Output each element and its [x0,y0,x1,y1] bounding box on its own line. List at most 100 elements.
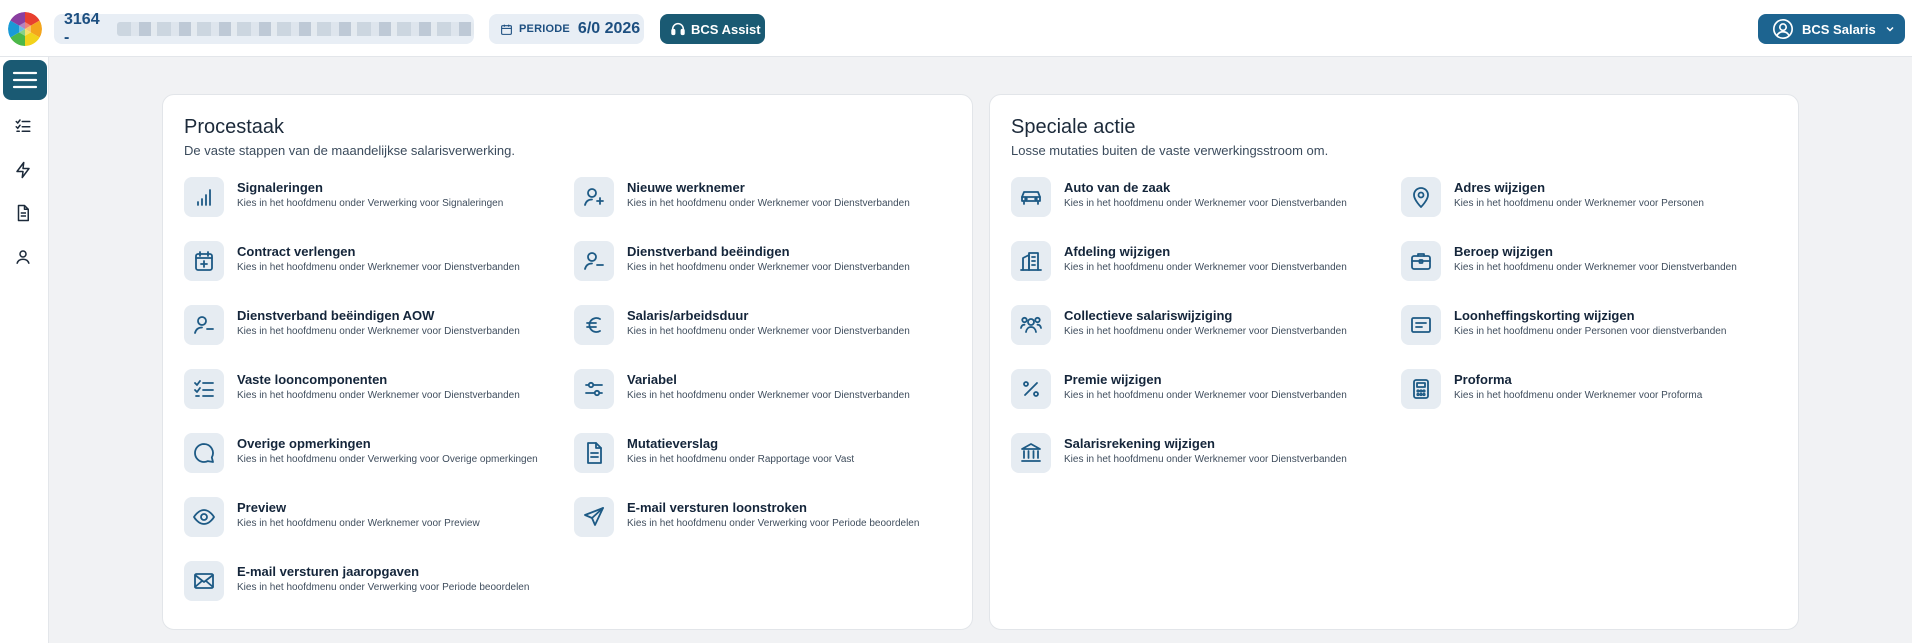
action-description: Kies in het hoofdmenu onder Werknemer vo… [237,390,520,401]
user-menu-label: BCS Salaris [1802,21,1876,37]
action-beroep-wijzigen[interactable]: Beroep wijzigen Kies in het hoofdmenu ond… [1401,241,1791,305]
top-bar: 3164 - PERIODE 6/0 2026 BCS Assist BCS S… [0,0,1912,57]
action-description: Kies in het hoofdmenu onder Werknemer vo… [1064,326,1347,337]
action-description: Kies in het hoofdmenu onder Werknemer vo… [1064,390,1347,401]
action-title: E-mail versturen loonstroken [627,500,807,515]
receipt-icon [1401,305,1441,345]
envelope-icon [184,561,224,601]
client-number: 3164 - [64,11,100,46]
paper-plane-icon [574,497,614,537]
action-title: Proforma [1454,372,1512,387]
action-e-mail-versturen-jaaropgaven[interactable]: E-mail versturen jaaropgaven Kies in het … [184,561,574,625]
action-salaris-arbeidsduur[interactable]: Salaris/arbeidsduur Kies in het hoofdmenu… [574,305,964,369]
action-description: Kies in het hoofdmenu onder Werknemer vo… [1064,454,1347,465]
sidebar-item-tasks[interactable] [13,116,33,136]
action-dienstverband-beeindigen[interactable]: Dienstverband beëindigen Kies in het hoof… [574,241,964,305]
action-title: Mutatieverslag [627,436,719,451]
sidebar-item-persons[interactable] [13,247,33,267]
action-collectieve-salariswijziging[interactable]: Collectieve salariswijziging Kies in het … [1011,305,1401,369]
action-description: Kies in het hoofdmenu onder Werknemer vo… [237,326,520,337]
action-title: Dienstverband beëindigen [627,244,790,259]
chat-bubble-icon [184,433,224,473]
action-description: Kies in het hoofdmenu onder Werknemer vo… [627,390,910,401]
action-auto-van-de-zaak[interactable]: Auto van de zaak Kies in het hoofdmenu on… [1011,177,1401,241]
action-title: Afdeling wijzigen [1064,244,1171,259]
action-salarisrekening-wijzigen[interactable]: Salarisrekening wijzigen Kies in het hoof… [1011,433,1401,497]
euro-icon [574,305,614,345]
action-adres-wijzigen[interactable]: Adres wijzigen Kies in het hoofdmenu onde… [1401,177,1791,241]
speciale-actie-actions: Auto van de zaak Kies in het hoofdmenu on… [1011,177,1778,497]
action-title: Dienstverband beëindigen AOW [237,308,435,323]
document-icon [574,433,614,473]
action-description: Kies in het hoofdmenu onder Werknemer vo… [237,262,520,273]
action-vaste-looncomponenten[interactable]: Vaste looncomponenten Kies in het hoofdme… [184,369,574,433]
action-title: Adres wijzigen [1454,180,1546,195]
action-description: Kies in het hoofdmenu onder Werknemer vo… [1064,198,1347,209]
action-premie-wijzigen[interactable]: Premie wijzigen Kies in het hoofdmenu ond… [1011,369,1401,433]
checklist-icon [15,119,31,132]
action-description: Kies in het hoofdmenu onder Werknemer vo… [1454,262,1737,273]
bcs-assist-button[interactable]: BCS Assist [660,14,765,44]
briefcase-icon [1401,241,1441,281]
user-circle-icon [1773,19,1793,39]
action-description: Kies in het hoofdmenu onder Werknemer vo… [627,198,910,209]
action-variabel[interactable]: Variabel Kies in het hoofdmenu onder Werk… [574,369,964,433]
app-logo[interactable] [8,12,42,46]
action-overige-opmerkingen[interactable]: Overige opmerkingen Kies in het hoofdmenu… [184,433,574,497]
action-title: Signaleringen [237,180,323,195]
hamburger-menu-button[interactable] [3,60,47,100]
period-label: PERIODE [519,23,570,35]
building-icon [1011,241,1051,281]
sliders-icon [574,369,614,409]
action-title: Contract verlengen [237,244,356,259]
action-afdeling-wijzigen[interactable]: Afdeling wijzigen Kies in het hoofdmenu o… [1011,241,1401,305]
procestaak-title: Procestaak [184,116,285,138]
action-description: Kies in het hoofdmenu onder Verwerking v… [237,582,530,593]
user-minus-icon [184,305,224,345]
action-signaleringen[interactable]: Signaleringen Kies in het hoofdmenu onder… [184,177,574,241]
sidebar [0,57,49,643]
bank-icon [1011,433,1051,473]
sidebar-item-documents[interactable] [13,203,33,223]
action-mutatieverslag[interactable]: Mutatieverslag Kies in het hoofdmenu onde… [574,433,964,497]
action-loonheffingskorting-wijzigen[interactable]: Loonheffingskorting wijzigen Kies in het … [1401,305,1791,369]
sidebar-item-actions[interactable] [13,160,33,180]
calendar-plus-icon [184,241,224,281]
action-title: Vaste looncomponenten [237,372,388,387]
checklist-icon [184,369,224,409]
action-dienstverband-beeindigen-aow[interactable]: Dienstverband beëindigen AOW Kies in het … [184,305,574,369]
action-title: E-mail versturen jaaropgaven [237,564,420,579]
action-contract-verlengen[interactable]: Contract verlengen Kies in het hoofdmenu … [184,241,574,305]
action-e-mail-versturen-loonstroken[interactable]: E-mail versturen loonstroken Kies in het … [574,497,964,561]
action-nieuwe-werknemer[interactable]: Nieuwe werknemer Kies in het hoofdmenu on… [574,177,964,241]
action-title: Salarisrekening wijzigen [1064,436,1215,451]
action-title: Loonheffingskorting wijzigen [1454,308,1635,323]
procestaak-subtitle: De vaste stappen van de maandelijkse sal… [184,143,515,158]
period-selector[interactable]: PERIODE 6/0 2026 [489,14,644,44]
action-description: Kies in het hoofdmenu onder Werknemer vo… [627,262,910,273]
procestaak-card: Procestaak De vaste stappen van de maand… [162,94,973,630]
calculator-icon [1401,369,1441,409]
eye-icon [184,497,224,537]
action-title: Premie wijzigen [1064,372,1162,387]
action-proforma[interactable]: Proforma Kies in het hoofdmenu onder Werk… [1401,369,1791,433]
car-icon [1011,177,1051,217]
action-preview[interactable]: Preview Kies in het hoofdmenu onder Werkn… [184,497,574,561]
person-icon [16,250,30,264]
chevron-down-icon [1886,26,1894,32]
action-title: Beroep wijzigen [1454,244,1553,259]
action-description: Kies in het hoofdmenu onder Verwerking v… [627,518,920,529]
procestaak-actions: Signaleringen Kies in het hoofdmenu onder… [184,177,952,625]
action-description: Kies in het hoofdmenu onder Werknemer vo… [1454,198,1704,209]
action-description: Kies in het hoofdmenu onder Rapportage v… [627,454,855,465]
signal-bars-icon [184,177,224,217]
action-description: Kies in het hoofdmenu onder Verwerking v… [237,198,504,209]
user-menu-button[interactable]: BCS Salaris [1758,14,1905,44]
lightning-icon [16,161,30,179]
hamburger-icon [12,71,38,89]
client-selector[interactable]: 3164 - [54,11,474,46]
group-icon [1011,305,1051,345]
action-description: Kies in het hoofdmenu onder Werknemer vo… [627,326,910,337]
action-description: Kies in het hoofdmenu onder Werknemer vo… [1454,390,1703,401]
action-description: Kies in het hoofdmenu onder Werknemer vo… [237,518,480,529]
